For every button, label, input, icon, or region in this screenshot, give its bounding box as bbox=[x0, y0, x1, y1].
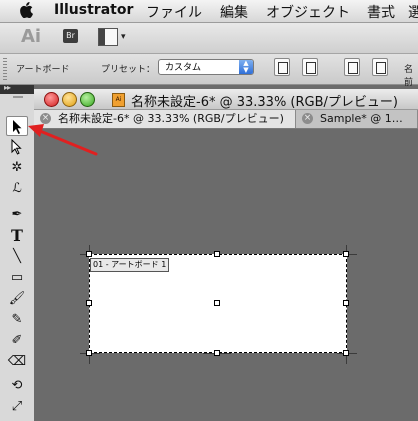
resize-handle-top[interactable] bbox=[214, 251, 220, 257]
document-tab-active[interactable]: × 名称未設定-6* @ 33.33% (RGB/プレビュー) bbox=[34, 110, 296, 128]
magic-wand-tool-icon[interactable]: ✲ bbox=[6, 158, 28, 178]
preset-label: プリセット： bbox=[101, 65, 156, 75]
resize-handle-bottom[interactable] bbox=[214, 350, 220, 356]
preset-value: カスタム bbox=[165, 63, 202, 73]
paintbrush-tool-icon[interactable]: 🖌 bbox=[6, 289, 28, 309]
artboard-label: アートボード bbox=[16, 65, 70, 75]
resize-handle-right[interactable] bbox=[343, 300, 349, 306]
landscape-orientation-icon[interactable] bbox=[302, 58, 318, 76]
name-label: 名前 bbox=[404, 65, 414, 88]
preset-select[interactable]: カスタム ▲ ▼ bbox=[158, 59, 254, 75]
close-tab-icon[interactable]: × bbox=[40, 113, 51, 124]
document-window-title: 名称未設定-6* @ 33.33% (RGB/プレビュー) bbox=[131, 95, 398, 110]
select-stepper-icon: ▲ ▼ bbox=[239, 60, 253, 74]
lasso-tool-icon[interactable]: ℒ bbox=[6, 179, 28, 199]
menu-bar: Illustrator ファイル 編集 オブジェクト 書式 選 bbox=[0, 0, 418, 23]
control-panel: アートボード プリセット： カスタム ▲ ▼ 名前 bbox=[0, 54, 418, 88]
resize-handle-bottom-right[interactable] bbox=[343, 350, 349, 356]
rectangle-tool-icon[interactable]: ▭ bbox=[6, 268, 28, 288]
resize-handle-bottom-left[interactable] bbox=[86, 350, 92, 356]
tab-label: Sample* @ 1… bbox=[320, 112, 403, 125]
portrait-orientation-icon[interactable] bbox=[274, 58, 290, 76]
type-tool-icon[interactable]: T bbox=[6, 226, 28, 246]
apple-logo-icon[interactable] bbox=[20, 2, 33, 22]
tools-grip-icon[interactable] bbox=[13, 96, 23, 98]
center-point-handle[interactable] bbox=[214, 300, 220, 306]
application-bar: Ai Br ▾ bbox=[0, 23, 418, 54]
app-name-menu[interactable]: Illustrator bbox=[54, 2, 133, 18]
resize-handle-left[interactable] bbox=[86, 300, 92, 306]
artboard-name-tag: 01 - アートボード 1 bbox=[90, 258, 170, 272]
menu-file[interactable]: ファイル bbox=[146, 2, 202, 22]
resize-handle-top-left[interactable] bbox=[86, 251, 92, 257]
menu-select[interactable]: 選 bbox=[408, 2, 418, 22]
menu-edit[interactable]: 編集 bbox=[220, 2, 248, 22]
menu-object[interactable]: オブジェクト bbox=[266, 2, 350, 22]
pencil-tool-icon[interactable]: ✎ bbox=[6, 310, 28, 330]
selection-tool-icon[interactable] bbox=[6, 116, 28, 136]
menu-type[interactable]: 書式 bbox=[367, 2, 395, 22]
zoom-window-button[interactable] bbox=[80, 92, 95, 107]
eraser-tool-icon[interactable]: ⌫ bbox=[6, 352, 28, 372]
document-tab-bar: × 名称未設定-6* @ 33.33% (RGB/プレビュー) × Sample… bbox=[34, 110, 418, 129]
collapse-panel-icon[interactable]: ▸▸ bbox=[4, 83, 11, 92]
minimize-window-button[interactable] bbox=[62, 92, 77, 107]
panel-grip-icon[interactable] bbox=[3, 58, 7, 80]
close-tab-icon[interactable]: × bbox=[302, 113, 313, 124]
tab-label: 名称未設定-6* @ 33.33% (RGB/プレビュー) bbox=[58, 112, 284, 125]
close-window-button[interactable] bbox=[44, 92, 59, 107]
rotate-tool-icon[interactable]: ⟲ bbox=[6, 376, 28, 396]
tools-panel-header[interactable]: ▸▸ bbox=[0, 83, 34, 94]
resize-handle-top-right[interactable] bbox=[343, 251, 349, 257]
illustrator-logo: Ai bbox=[21, 26, 42, 47]
ai-file-icon: Ai bbox=[112, 93, 125, 107]
go-to-bridge-button[interactable]: Br bbox=[63, 29, 78, 43]
new-artboard-icon[interactable] bbox=[344, 58, 360, 76]
pen-tool-icon[interactable]: ✒ bbox=[6, 205, 28, 225]
line-segment-tool-icon[interactable]: ╲ bbox=[6, 247, 28, 267]
arrange-documents-button[interactable] bbox=[98, 28, 118, 46]
document-tab-sample[interactable]: × Sample* @ 1… bbox=[296, 110, 418, 128]
delete-artboard-icon[interactable] bbox=[372, 58, 388, 76]
blob-brush-tool-icon[interactable]: ✐ bbox=[6, 331, 28, 351]
scale-tool-icon[interactable]: ⤢ bbox=[6, 397, 28, 417]
chevron-down-icon[interactable]: ▾ bbox=[121, 32, 126, 42]
document-title-bar[interactable]: Ai 名称未設定-6* @ 33.33% (RGB/プレビュー) bbox=[34, 89, 418, 110]
direct-selection-tool-icon[interactable] bbox=[6, 137, 28, 157]
